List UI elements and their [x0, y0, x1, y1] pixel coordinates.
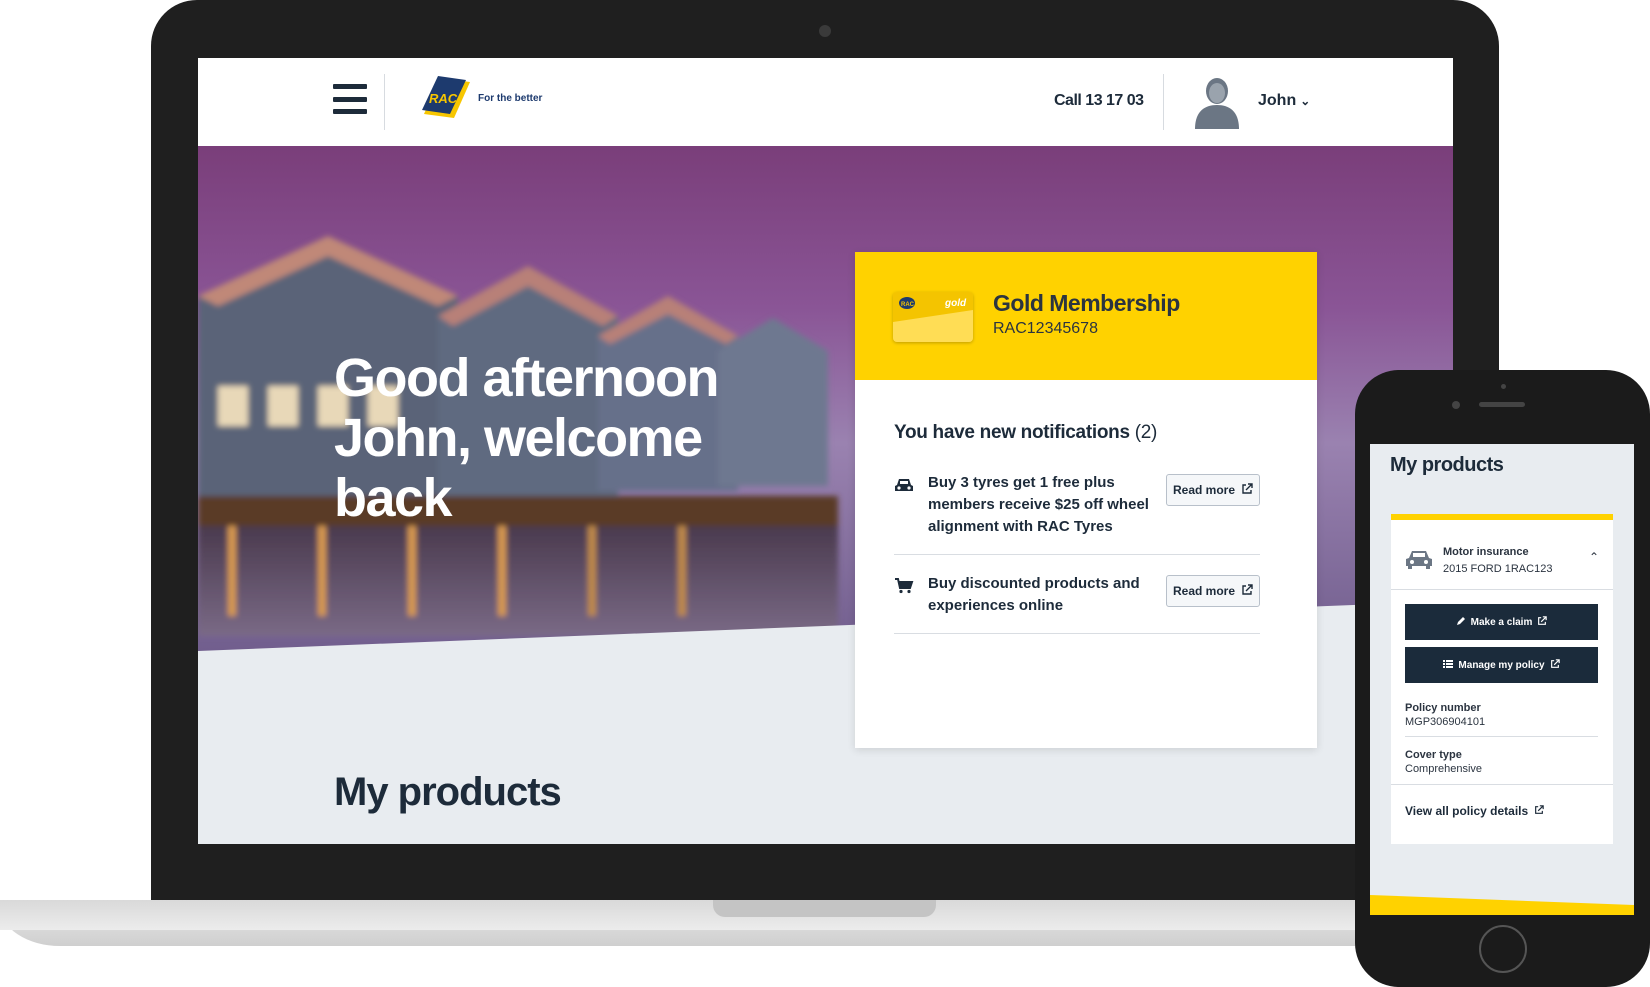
view-policy-details-label: View all policy details [1405, 804, 1529, 818]
nav-divider [384, 74, 385, 130]
car-icon [1405, 548, 1433, 570]
notification-text: Buy discounted products and experiences … [928, 575, 1140, 614]
external-link-icon [1241, 482, 1253, 498]
avatar[interactable] [1193, 71, 1241, 129]
phone-camera [1452, 401, 1460, 409]
rac-logo-badge: RAC [418, 72, 474, 124]
phone-page-title: My products [1390, 454, 1504, 476]
rac-logo[interactable]: RAC For the better [418, 72, 542, 124]
external-link-icon [1241, 583, 1253, 599]
svg-text:RAC: RAC [429, 91, 458, 106]
svg-text:gold: gold [944, 298, 967, 309]
external-link-icon [1534, 804, 1544, 818]
read-more-label: Read more [1172, 584, 1236, 598]
divider [1405, 736, 1598, 737]
pencil-icon [1456, 616, 1466, 629]
read-more-button[interactable]: Read more [1166, 575, 1260, 607]
make-claim-button[interactable]: Make a claim [1405, 604, 1598, 640]
product-card: Motor insurance 2015 FORD 1RAC123 ⌃ Make… [1391, 514, 1613, 844]
policy-number-label: Policy number [1405, 702, 1481, 714]
laptop-screen: RAC For the better Call 13 17 03 John⌄ [198, 58, 1453, 844]
manage-policy-label: Manage my policy [1458, 659, 1545, 671]
user-menu-button[interactable]: John ⌄ [1258, 92, 1310, 110]
read-more-label: Read more [1172, 483, 1236, 497]
view-policy-details-link[interactable]: View all policy details [1405, 804, 1544, 818]
user-name-label: John [1258, 92, 1297, 109]
laptop-camera [819, 25, 831, 37]
membership-title: Gold Membership [993, 290, 1180, 316]
laptop-notch [713, 900, 936, 917]
car-icon [894, 476, 914, 494]
cart-icon [894, 577, 914, 595]
make-claim-label: Make a claim [1470, 616, 1533, 628]
notifications-heading-text: You have new notifications [894, 422, 1130, 443]
divider [1391, 784, 1613, 785]
list-icon [1443, 659, 1454, 672]
cover-type-value: Comprehensive [1405, 763, 1483, 775]
welcome-heading-line: Good afternoon [334, 348, 719, 408]
external-link-icon [1550, 658, 1560, 672]
vehicle-description: 2015 FORD 1RAC123 [1443, 563, 1553, 575]
external-link-icon [1537, 615, 1548, 629]
home-button[interactable] [1479, 925, 1527, 973]
manage-policy-button[interactable]: Manage my policy [1405, 647, 1598, 683]
chevron-down-icon: ⌄ [1300, 94, 1311, 108]
product-card-header[interactable]: Motor insurance 2015 FORD 1RAC123 ⌃ [1391, 520, 1613, 590]
top-nav: RAC For the better Call 13 17 03 John ⌄ [198, 58, 1453, 146]
membership-number: RAC12345678 [993, 320, 1098, 337]
read-more-button[interactable]: Read more [1166, 474, 1260, 506]
welcome-heading: Good afternoon John, welcome back [334, 348, 814, 528]
membership-card-image: RAC gold [893, 292, 973, 342]
cover-type-label: Cover type [1405, 749, 1462, 761]
phone-screen: My products Motor insurance 2015 FORD 1R… [1370, 444, 1634, 915]
membership-card: RAC gold Gold Membership RAC12345678 You… [855, 252, 1317, 748]
chevron-up-icon[interactable]: ⌃ [1589, 550, 1599, 564]
nav-divider [1163, 74, 1164, 130]
membership-header: RAC gold Gold Membership RAC12345678 [855, 252, 1317, 380]
notifications-heading: You have new notifications (2) [894, 422, 1260, 444]
notification-text: Buy 3 tyres get 1 free plus members rece… [928, 474, 1149, 535]
notifications-panel: You have new notifications (2) Buy 3 tyr… [894, 422, 1260, 634]
logo-tagline: For the better [478, 92, 543, 104]
notifications-count: (2) [1134, 422, 1158, 443]
my-products-heading: My products [334, 770, 562, 814]
svg-text:RAC: RAC [901, 302, 915, 308]
phone-sensor [1501, 384, 1506, 389]
call-link[interactable]: Call 13 17 03 [1054, 92, 1144, 110]
phone-frame: My products Motor insurance 2015 FORD 1R… [1355, 370, 1650, 987]
welcome-heading-line: back [334, 468, 453, 528]
phone-speaker [1479, 402, 1525, 407]
product-type: Motor insurance [1443, 546, 1529, 558]
policy-number-value: MGP306904101 [1405, 716, 1486, 728]
yellow-accent [1370, 895, 1634, 915]
notification-item: Buy 3 tyres get 1 free plus members rece… [894, 454, 1260, 555]
menu-icon[interactable] [333, 84, 367, 114]
welcome-heading-line: John, welcome [334, 408, 703, 468]
notification-item: Buy discounted products and experiences … [894, 555, 1260, 634]
